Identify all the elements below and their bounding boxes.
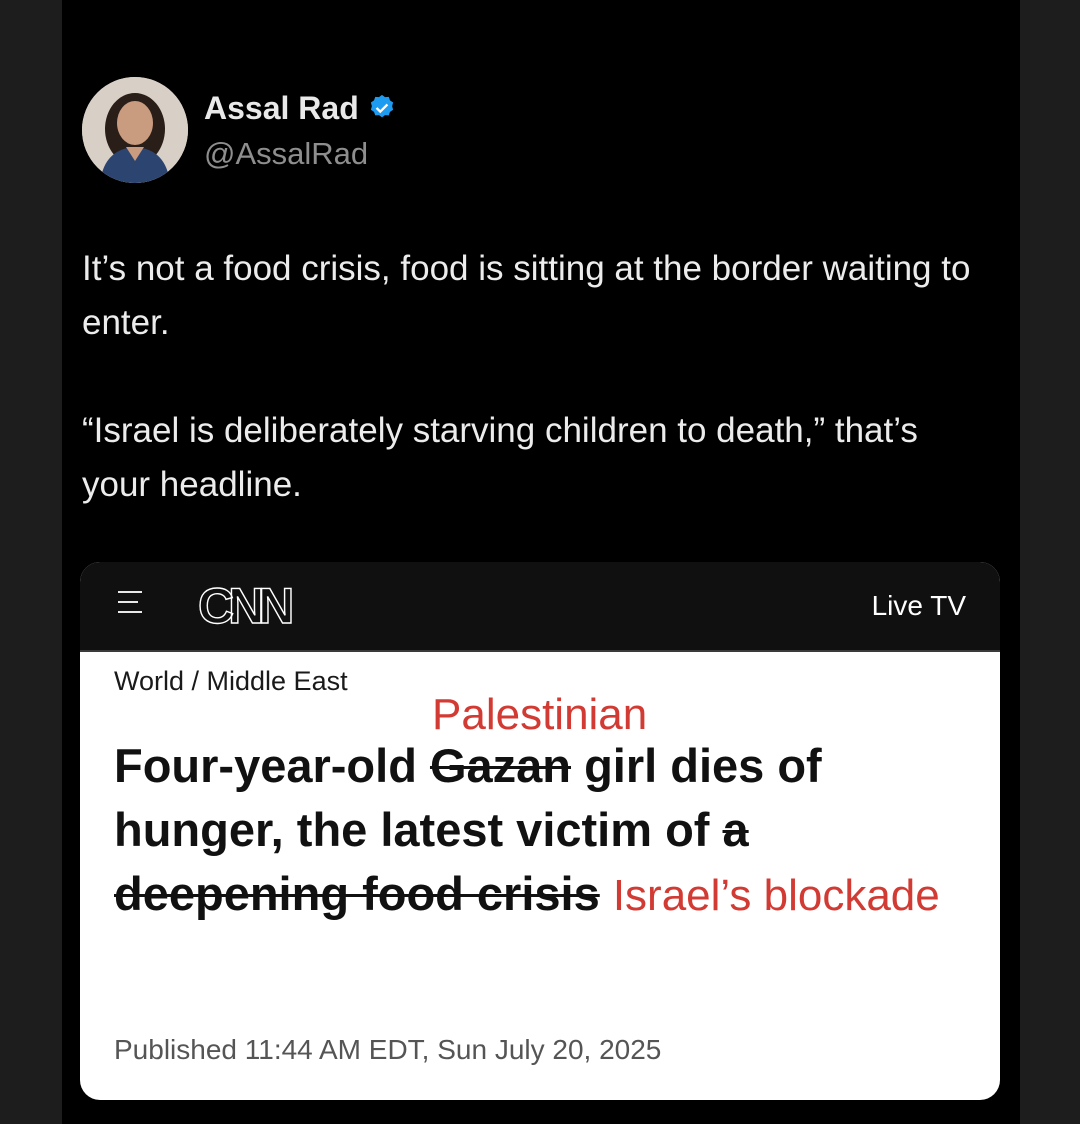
author-name[interactable]: Assal Rad [204,88,397,128]
tweet-text-paragraph-2: “Israel is deliberately starving childre… [82,411,918,504]
card-header: CNN Live TV [80,562,1000,652]
headline-part-1: Four-year-old [114,739,430,792]
tweet-text-paragraph-1: It’s not a food crisis, food is sitting … [82,249,971,342]
cnn-logo[interactable]: CNN [197,576,295,636]
author-name-text[interactable]: Assal Rad [204,88,359,128]
author-handle[interactable]: @AssalRad [204,134,368,174]
published-timestamp: Published 11:44 AM EDT, Sun July 20, 202… [114,1034,662,1065]
struck-food-crisis: deepening food crisis [114,867,600,920]
edit-insert-blockade: Israel’s blockade [612,871,940,920]
breadcrumb[interactable]: World / Middle East [114,664,348,698]
news-card[interactable]: CNN Live TV World / Middle East Palestin… [80,562,1000,1100]
tweet: Assal Rad @AssalRad It’s not a food cris… [62,0,1020,1124]
menu-icon[interactable] [118,591,142,621]
avatar[interactable] [82,77,188,183]
avatar-image [82,77,188,183]
struck-a: a [722,803,749,856]
verified-badge-icon [370,94,393,118]
struck-gazan: Gazan [429,739,572,792]
headline[interactable]: Four-year-old Gazan girl dies of hunger,… [114,734,974,928]
live-tv-link[interactable]: Live TV [872,588,966,624]
